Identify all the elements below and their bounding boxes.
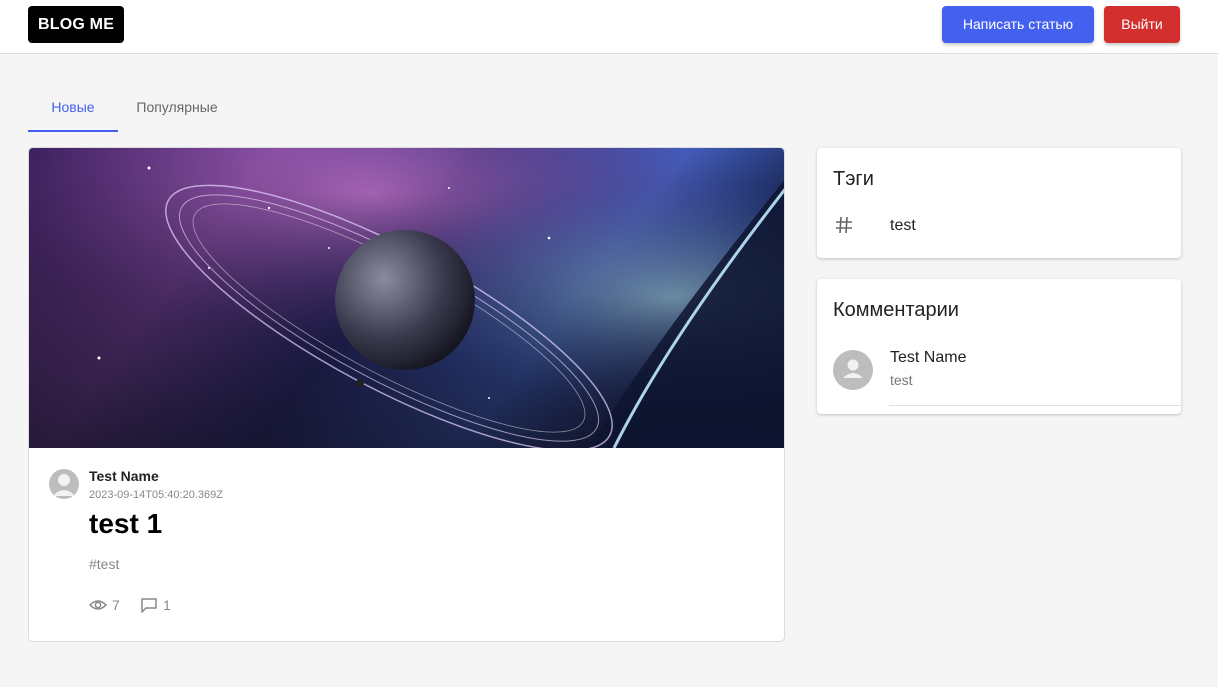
tag-label: test	[890, 217, 916, 234]
write-article-button[interactable]: Написать статью	[942, 6, 1094, 43]
logout-button[interactable]: Выйти	[1104, 6, 1180, 43]
comment-author: Test Name	[890, 349, 967, 366]
comment-icon	[141, 598, 157, 613]
comment-avatar[interactable]	[833, 350, 873, 390]
tab-popular[interactable]: Популярные	[120, 84, 234, 132]
views-count: 7	[112, 597, 120, 613]
user-icon	[53, 474, 75, 496]
comments-count: 1	[163, 597, 171, 613]
comment-text: test	[890, 372, 913, 388]
hash-icon	[836, 216, 852, 234]
author-avatar[interactable]	[49, 469, 79, 499]
comments-title: Комментарии	[833, 299, 959, 321]
tab-new[interactable]: Новые	[28, 84, 118, 132]
post-tag[interactable]: #test	[89, 556, 119, 572]
post-card: Test Name 2023-09-14T05:40:20.369Z test …	[28, 147, 785, 642]
post-image[interactable]	[29, 148, 784, 448]
post-title[interactable]: test 1	[89, 508, 162, 540]
top-bar: BLOG ME Написать статью Выйти	[0, 0, 1218, 54]
logo-button[interactable]: BLOG ME	[28, 6, 125, 43]
space-planet-image	[29, 148, 784, 448]
post-author[interactable]: Test Name	[89, 468, 159, 484]
eye-icon	[89, 600, 107, 610]
tags-title: Тэги	[833, 168, 874, 190]
comments-card: Комментарии Test Name test	[817, 279, 1181, 414]
tag-item-test[interactable]: test	[817, 210, 1181, 242]
tags-card: Тэги test	[817, 148, 1181, 258]
post-date: 2023-09-14T05:40:20.369Z	[89, 489, 223, 501]
comment-divider	[889, 405, 1181, 406]
user-icon	[843, 359, 863, 378]
